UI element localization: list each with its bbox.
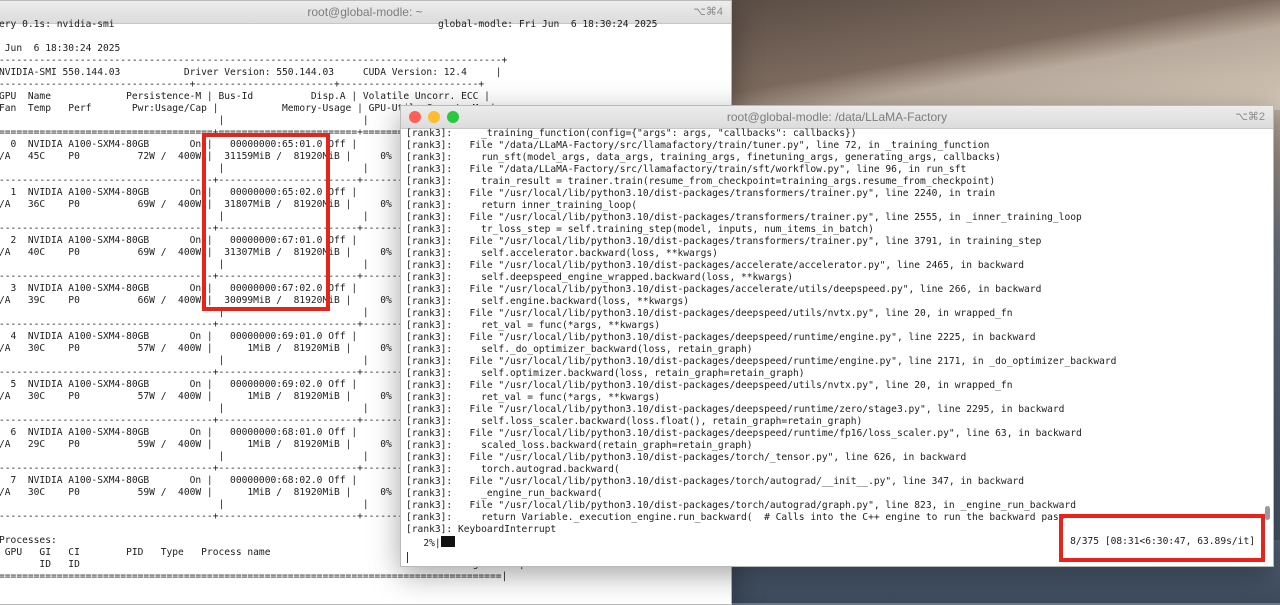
terminal-line: [rank3]: File "/usr/local/lib/python3.10… — [406, 188, 996, 199]
terminal-line: ery 0.1s: nvidia-smi global-modle: Fri J… — [0, 19, 658, 30]
terminal-line: [rank3]: File "/data/LLaMA-Factory/src/l… — [406, 164, 967, 175]
terminal-line: GPU Name Persistence-M | Bus-Id Disp.A |… — [0, 91, 490, 102]
terminal-line: [rank3]: File "/usr/local/lib/python3.10… — [406, 284, 1042, 295]
terminal-line: [rank3]: File "/usr/local/lib/python3.10… — [406, 332, 1036, 343]
window-shortcut: ⌥⌘2 — [1235, 111, 1265, 123]
terminal-line: ---------------------------------+------… — [0, 79, 485, 90]
terminal-line: [rank3]: _training_function(config={"arg… — [406, 128, 857, 139]
terminal-line: NVIDIA-SMI 550.144.03 Driver Version: 55… — [0, 67, 502, 78]
window-title: root@global-modle: ~ — [307, 5, 423, 19]
terminal-line: [rank3]: File "/usr/local/lib/python3.10… — [406, 356, 1117, 367]
terminal-line: [rank3]: File "/usr/local/lib/python3.10… — [406, 260, 1025, 271]
terminal-line: [rank3]: File "/usr/local/lib/python3.10… — [406, 452, 967, 463]
progress-bar-fill — [440, 536, 455, 547]
terminal-line: [rank3]: self.engine.backward(loss, **kw… — [406, 296, 690, 307]
text-cursor — [407, 552, 408, 563]
terminal-line: [rank3]: self._do_optimizer_backward(los… — [406, 344, 753, 355]
terminal-line: [rank3]: File "/usr/local/lib/python3.10… — [406, 212, 1082, 223]
scrollbar-thumb[interactable] — [1265, 506, 1270, 520]
terminal-title-bar[interactable]: root@global-modle: /data/LLaMA-Factory ⌥… — [401, 106, 1273, 129]
terminal-line: [rank3]: return inner_training_loop( — [406, 200, 638, 211]
terminal-line: ----------------------------------------… — [0, 55, 508, 66]
terminal-line: Jun 6 18:30:24 2025 — [0, 43, 121, 54]
terminal-line: [rank3]: self.optimizer.backward(loss, r… — [406, 368, 805, 379]
terminal-line: [rank3]: ret_val = func(*args, **kwargs) — [406, 320, 661, 331]
terminal-line: [rank3]: scaled_loss.backward(retain_gra… — [406, 440, 753, 451]
wallpaper-cliff — [730, 0, 1280, 110]
terminal-line: [rank3]: File "/usr/local/lib/python3.10… — [406, 500, 1077, 511]
llama-factory-terminal-window[interactable]: root@global-modle: /data/LLaMA-Factory ⌥… — [400, 105, 1274, 567]
terminal-line: [rank3]: File "/usr/local/lib/python3.10… — [406, 308, 1013, 319]
terminal-line: [rank3]: File "/usr/local/lib/python3.10… — [406, 236, 1042, 247]
terminal-line: ========================================… — [0, 571, 508, 582]
terminal-line: [rank3]: _engine_run_backward( — [406, 488, 603, 499]
terminal-line: [rank3]: tr_loss_step = self.training_st… — [406, 224, 874, 235]
terminal-line: [rank3]: run_sft(model_args, data_args, … — [406, 152, 1001, 163]
terminal-line: [rank3]: self.accelerator.backward(loss,… — [406, 248, 718, 259]
highlight-box-progress — [1059, 514, 1265, 562]
terminal-line: [rank3]: File "/usr/local/lib/python3.10… — [406, 476, 1025, 487]
highlight-box-memory-usage — [202, 133, 330, 311]
terminal-line: [rank3]: train_result = trainer.train(re… — [406, 176, 996, 187]
window-shortcut: ⌥⌘4 — [693, 6, 723, 18]
progress-percent: 2%| — [406, 538, 441, 549]
terminal-line: [rank3]: File "/data/LLaMA-Factory/src/l… — [406, 140, 990, 151]
terminal-line: [rank3]: self.loss_scaler.backward(loss.… — [406, 416, 863, 427]
window-title: root@global-modle: /data/LLaMA-Factory — [726, 110, 948, 124]
terminal-line: [rank3]: torch.autograd.backward( — [406, 464, 620, 475]
terminal-line: [rank3]: File "/usr/local/lib/python3.10… — [406, 428, 1082, 439]
terminal-line: [rank3]: File "/usr/local/lib/python3.10… — [406, 404, 1065, 415]
terminal-line: [rank3]: ret_val = func(*args, **kwargs) — [406, 392, 661, 403]
terminal-line: [rank3]: self.deepspeed_engine_wrapped.b… — [406, 272, 793, 283]
progress-line: 2%| — [406, 536, 455, 550]
terminal-line: [rank3]: File "/usr/local/lib/python3.10… — [406, 380, 1013, 391]
terminal-output[interactable]: [rank3]: _training_function(config={"arg… — [406, 128, 1273, 566]
